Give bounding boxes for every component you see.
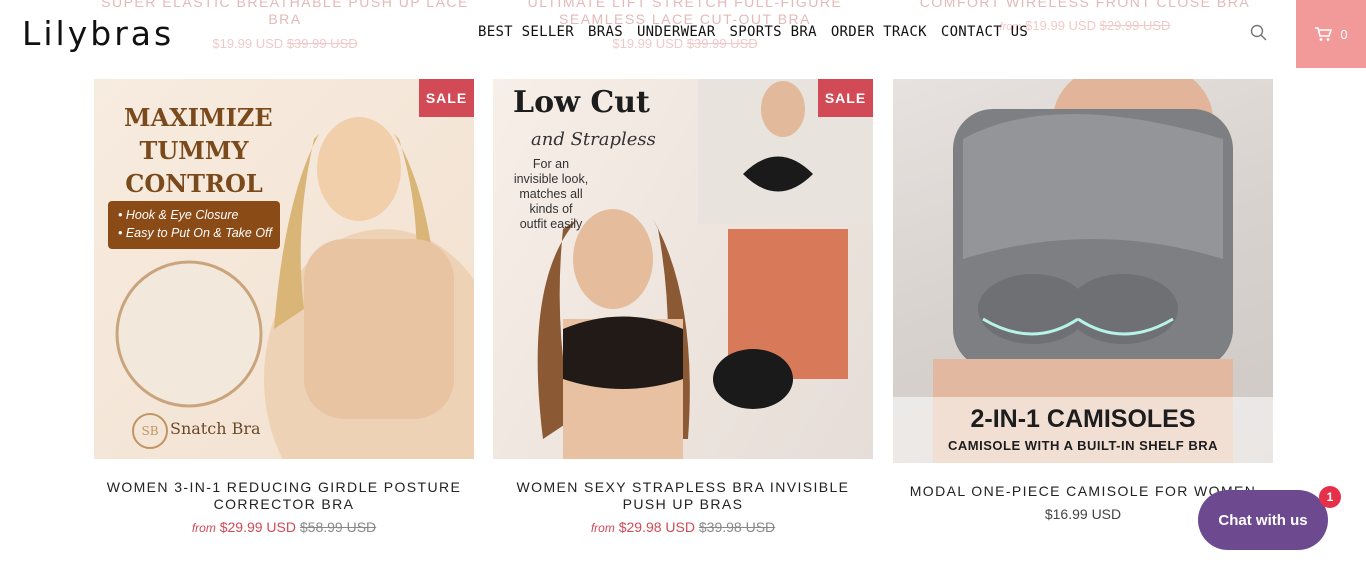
- product-image[interactable]: 2-IN-1 CAMISOLES CAMISOLE WITH A BUILT-I…: [893, 79, 1273, 463]
- product-card[interactable]: MAXIMIZE TUMMY CONTROL • Hook & Eye Clos…: [94, 79, 474, 535]
- chat-notification-badge: 1: [1319, 486, 1341, 508]
- nav-sports-bra[interactable]: SPORTS BRA: [730, 24, 817, 40]
- site-logo[interactable]: Lilybras: [22, 14, 174, 53]
- price-current: $16.99 USD: [1044, 506, 1122, 522]
- price-old: $58.99 USD: [299, 519, 377, 535]
- image-caption-line: matches all: [519, 187, 583, 201]
- product-image[interactable]: MAXIMIZE TUMMY CONTROL • Hook & Eye Clos…: [94, 79, 474, 459]
- price-from-label: from: [191, 521, 216, 535]
- image-caption-line: outfit easily: [519, 217, 583, 231]
- sale-badge: SALE: [818, 79, 873, 117]
- nav-order-track[interactable]: ORDER TRACK: [831, 24, 927, 40]
- image-script: and Strapless: [531, 129, 656, 150]
- nav-underwear[interactable]: UNDERWEAR: [637, 24, 716, 40]
- image-headline: 2-IN-1 CAMISOLES: [970, 405, 1196, 433]
- product-title[interactable]: WOMEN SEXY STRAPLESS BRA INVISIBLE PUSH …: [493, 479, 873, 513]
- price-old: $39.98 USD: [698, 519, 776, 535]
- image-caption-line: For an: [532, 157, 570, 171]
- image-caption-line: invisible look,: [513, 172, 589, 186]
- cart-icon: [1315, 27, 1333, 41]
- product-image[interactable]: Low Cut and Strapless For an invisible l…: [493, 79, 873, 459]
- image-headline-line: MAXIMIZE: [124, 103, 273, 132]
- cart-button[interactable]: 0: [1296, 0, 1366, 68]
- image-headline-line: CONTROL: [125, 169, 263, 198]
- image-bullet: • Hook & Eye Closure: [118, 208, 239, 222]
- image-subheadline: CAMISOLE WITH A BUILT-IN SHELF BRA: [948, 438, 1218, 453]
- product-price: from $29.98 USD $39.98 USD: [493, 519, 873, 535]
- main-nav: BEST SELLER BRAS UNDERWEAR SPORTS BRA OR…: [478, 24, 1028, 40]
- price-from-label: from: [590, 521, 615, 535]
- product-card[interactable]: 2-IN-1 CAMISOLES CAMISOLE WITH A BUILT-I…: [893, 79, 1273, 522]
- price-current: $29.99 USD: [219, 519, 296, 535]
- product-price: from $29.99 USD $58.99 USD: [94, 519, 474, 535]
- nav-bras[interactable]: BRAS: [588, 24, 623, 40]
- sale-badge: SALE: [419, 79, 474, 117]
- price-current: $29.98 USD: [618, 519, 695, 535]
- product-title[interactable]: WOMEN 3-IN-1 REDUCING GIRDLE POSTURE COR…: [94, 479, 474, 513]
- image-headline: Low Cut: [513, 85, 650, 120]
- nav-contact-us[interactable]: CONTACT US: [941, 24, 1028, 40]
- cart-count: 0: [1340, 26, 1348, 42]
- site-header: Lilybras BEST SELLER BRAS UNDERWEAR SPOR…: [0, 0, 1366, 68]
- image-caption-line: kinds of: [529, 202, 573, 216]
- image-bullet: • Easy to Put On & Take Off: [118, 226, 272, 240]
- image-headline-line: TUMMY: [139, 136, 249, 165]
- nav-best-seller[interactable]: BEST SELLER: [478, 24, 574, 40]
- brand-logo-icon: SB: [132, 413, 168, 449]
- search-icon[interactable]: [1250, 24, 1268, 42]
- chat-with-us-button[interactable]: Chat with us: [1198, 490, 1328, 550]
- product-card[interactable]: Low Cut and Strapless For an invisible l…: [493, 79, 873, 535]
- image-brand-text: Snatch Bra: [170, 419, 261, 438]
